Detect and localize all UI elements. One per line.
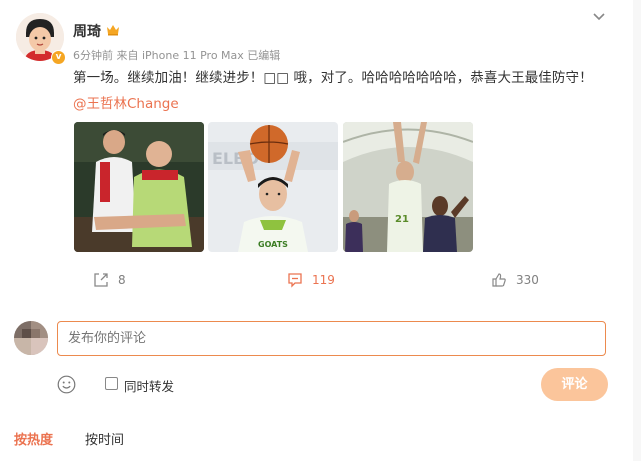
weibo-post: v 周琦 6分钟前 来自 iPhone 11 Pro Max 已编辑 第一场。继… <box>0 0 641 461</box>
repost-label: 同时转发 <box>124 379 175 394</box>
svg-text:GOATS: GOATS <box>258 240 288 249</box>
comment-action[interactable]: 119 <box>287 272 335 288</box>
emoji-icon[interactable] <box>57 375 76 394</box>
chevron-down-icon[interactable] <box>592 12 606 22</box>
repost-checkbox[interactable] <box>105 377 118 390</box>
post-photo-3[interactable]: 21 <box>343 122 473 252</box>
comment-icon <box>288 273 302 288</box>
author-name[interactable]: 周琦 <box>73 21 101 41</box>
verified-badge-icon: v <box>51 50 66 65</box>
comment-input[interactable] <box>57 321 606 356</box>
scroll-gutter <box>633 0 641 461</box>
mention-link[interactable]: @王哲林Change <box>73 92 179 112</box>
vip-crown-icon <box>107 25 119 36</box>
comment-count: 119 <box>312 273 335 287</box>
like-count: 330 <box>516 273 539 287</box>
submit-comment-button[interactable]: 评论 <box>541 368 608 401</box>
share-count: 8 <box>118 273 126 287</box>
post-photo-1[interactable] <box>74 122 204 252</box>
sort-by-time-tab[interactable]: 按时间 <box>85 429 124 448</box>
share-icon <box>94 273 108 287</box>
post-meta: 6分钟前 来自 iPhone 11 Pro Max 已编辑 <box>73 49 281 62</box>
current-user-avatar[interactable] <box>14 321 48 355</box>
share-action[interactable]: 8 <box>93 272 126 288</box>
post-content: 第一场。继续加油！继续进步！□□ 哦，对了。哈哈哈哈哈哈哈，恭喜大王最佳防守！ <box>73 70 593 86</box>
thumbs-up-icon <box>492 273 506 287</box>
svg-text:21: 21 <box>395 214 409 225</box>
sort-by-hot-tab[interactable]: 按热度 <box>14 429 53 448</box>
like-action[interactable]: 330 <box>491 272 539 288</box>
post-photo-2[interactable]: ELBO GOATS <box>208 122 338 252</box>
